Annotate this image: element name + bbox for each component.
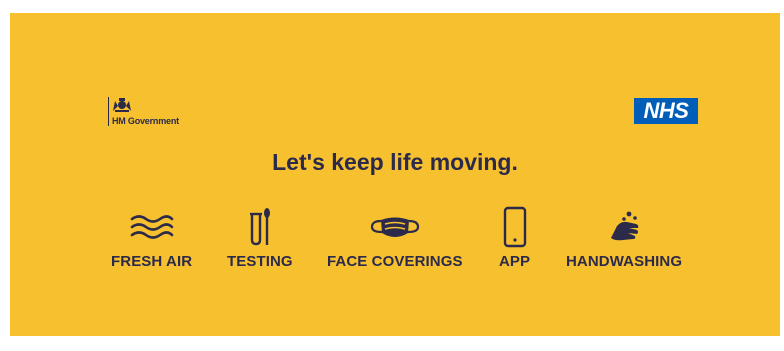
- item-label: TESTING: [227, 253, 293, 270]
- item-fresh-air: FRESH AIR: [111, 203, 192, 271]
- test-tube-icon: [249, 208, 270, 246]
- handwashing-icon: [611, 211, 639, 241]
- headline: Let's keep life moving.: [272, 149, 518, 175]
- item-handwashing: HANDWASHING: [566, 203, 682, 271]
- face-mask-icon: [370, 217, 419, 237]
- hm-government-text: HM Government: [112, 116, 179, 126]
- logo-divider: [108, 97, 109, 126]
- item-label: HANDWASHING: [566, 253, 683, 270]
- item-testing: TESTING: [227, 203, 293, 271]
- royal-crest-icon: [113, 98, 131, 112]
- item-label: FACE COVERINGS: [327, 253, 463, 270]
- nhs-logo: NHS: [634, 98, 698, 124]
- hm-government-logo: HM Government: [108, 97, 179, 127]
- item-face-coverings: FACE COVERINGS: [327, 203, 463, 271]
- campaign-banner: HM Government NHS Let's keep life moving…: [10, 13, 780, 336]
- fresh-air-icon: [130, 215, 173, 239]
- item-app: APP: [499, 203, 530, 271]
- phone-icon: [503, 206, 526, 248]
- item-label: FRESH AIR: [111, 253, 193, 270]
- item-label: APP: [499, 253, 531, 270]
